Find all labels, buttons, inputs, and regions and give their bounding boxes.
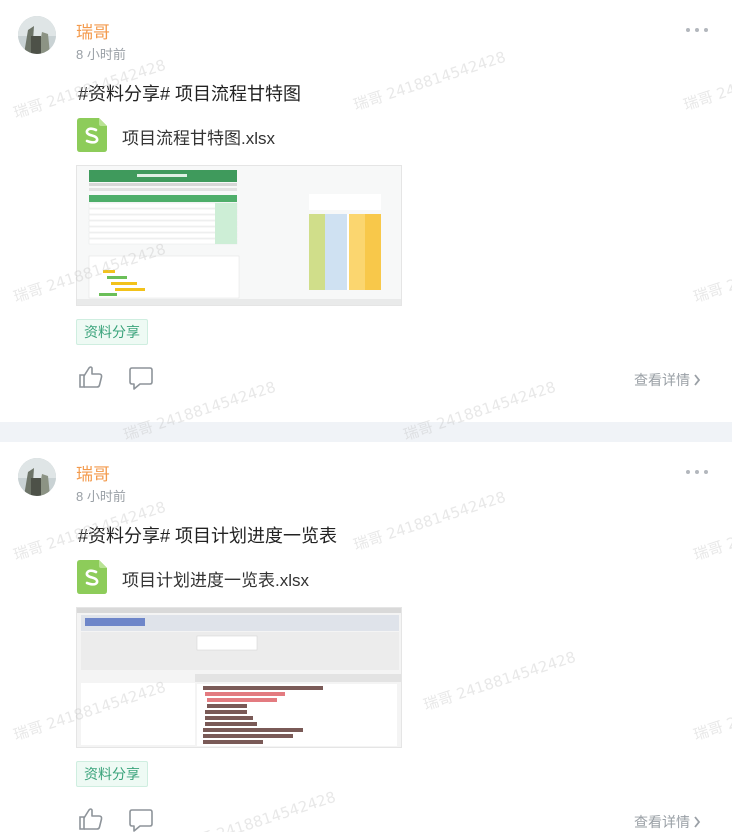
- comment-icon[interactable]: [128, 808, 154, 832]
- topic-tag[interactable]: 资料分享: [76, 319, 148, 345]
- author-name[interactable]: 瑞哥: [76, 460, 110, 485]
- spreadsheet-file-icon: [77, 118, 107, 152]
- post-title[interactable]: #资料分享# 项目计划进度一览表: [78, 522, 337, 548]
- post-card: 瑞哥 8 小时前 #资料分享# 项目流程甘特图 项目流程甘特图.xlsx 资料分…: [0, 0, 732, 422]
- view-details-label: 查看详情: [634, 372, 690, 388]
- view-details-label: 查看详情: [634, 814, 690, 830]
- more-icon[interactable]: [684, 462, 710, 482]
- post-time: 8 小时前: [76, 47, 126, 62]
- avatar[interactable]: [18, 458, 56, 496]
- like-icon[interactable]: [78, 807, 104, 831]
- file-preview-thumbnail[interactable]: [76, 165, 402, 306]
- chevron-right-icon: [694, 816, 701, 828]
- post-time: 8 小时前: [76, 489, 126, 504]
- chevron-right-icon: [694, 374, 701, 386]
- comment-icon[interactable]: [128, 366, 154, 390]
- file-preview-thumbnail[interactable]: [76, 607, 402, 748]
- file-name[interactable]: 项目流程甘特图.xlsx: [122, 124, 275, 149]
- view-details-link[interactable]: 查看详情: [634, 370, 701, 390]
- view-details-link[interactable]: 查看详情: [634, 812, 701, 832]
- more-icon[interactable]: [684, 20, 710, 40]
- like-icon[interactable]: [78, 365, 104, 389]
- author-name[interactable]: 瑞哥: [76, 18, 110, 43]
- file-name[interactable]: 项目计划进度一览表.xlsx: [122, 566, 309, 591]
- post-divider: [0, 422, 732, 442]
- topic-tag[interactable]: 资料分享: [76, 761, 148, 787]
- spreadsheet-file-icon: [77, 560, 107, 594]
- post-card: 瑞哥 8 小时前 #资料分享# 项目计划进度一览表 项目计划进度一览表.xlsx: [0, 442, 732, 832]
- avatar[interactable]: [18, 16, 56, 54]
- post-title[interactable]: #资料分享# 项目流程甘特图: [78, 80, 301, 106]
